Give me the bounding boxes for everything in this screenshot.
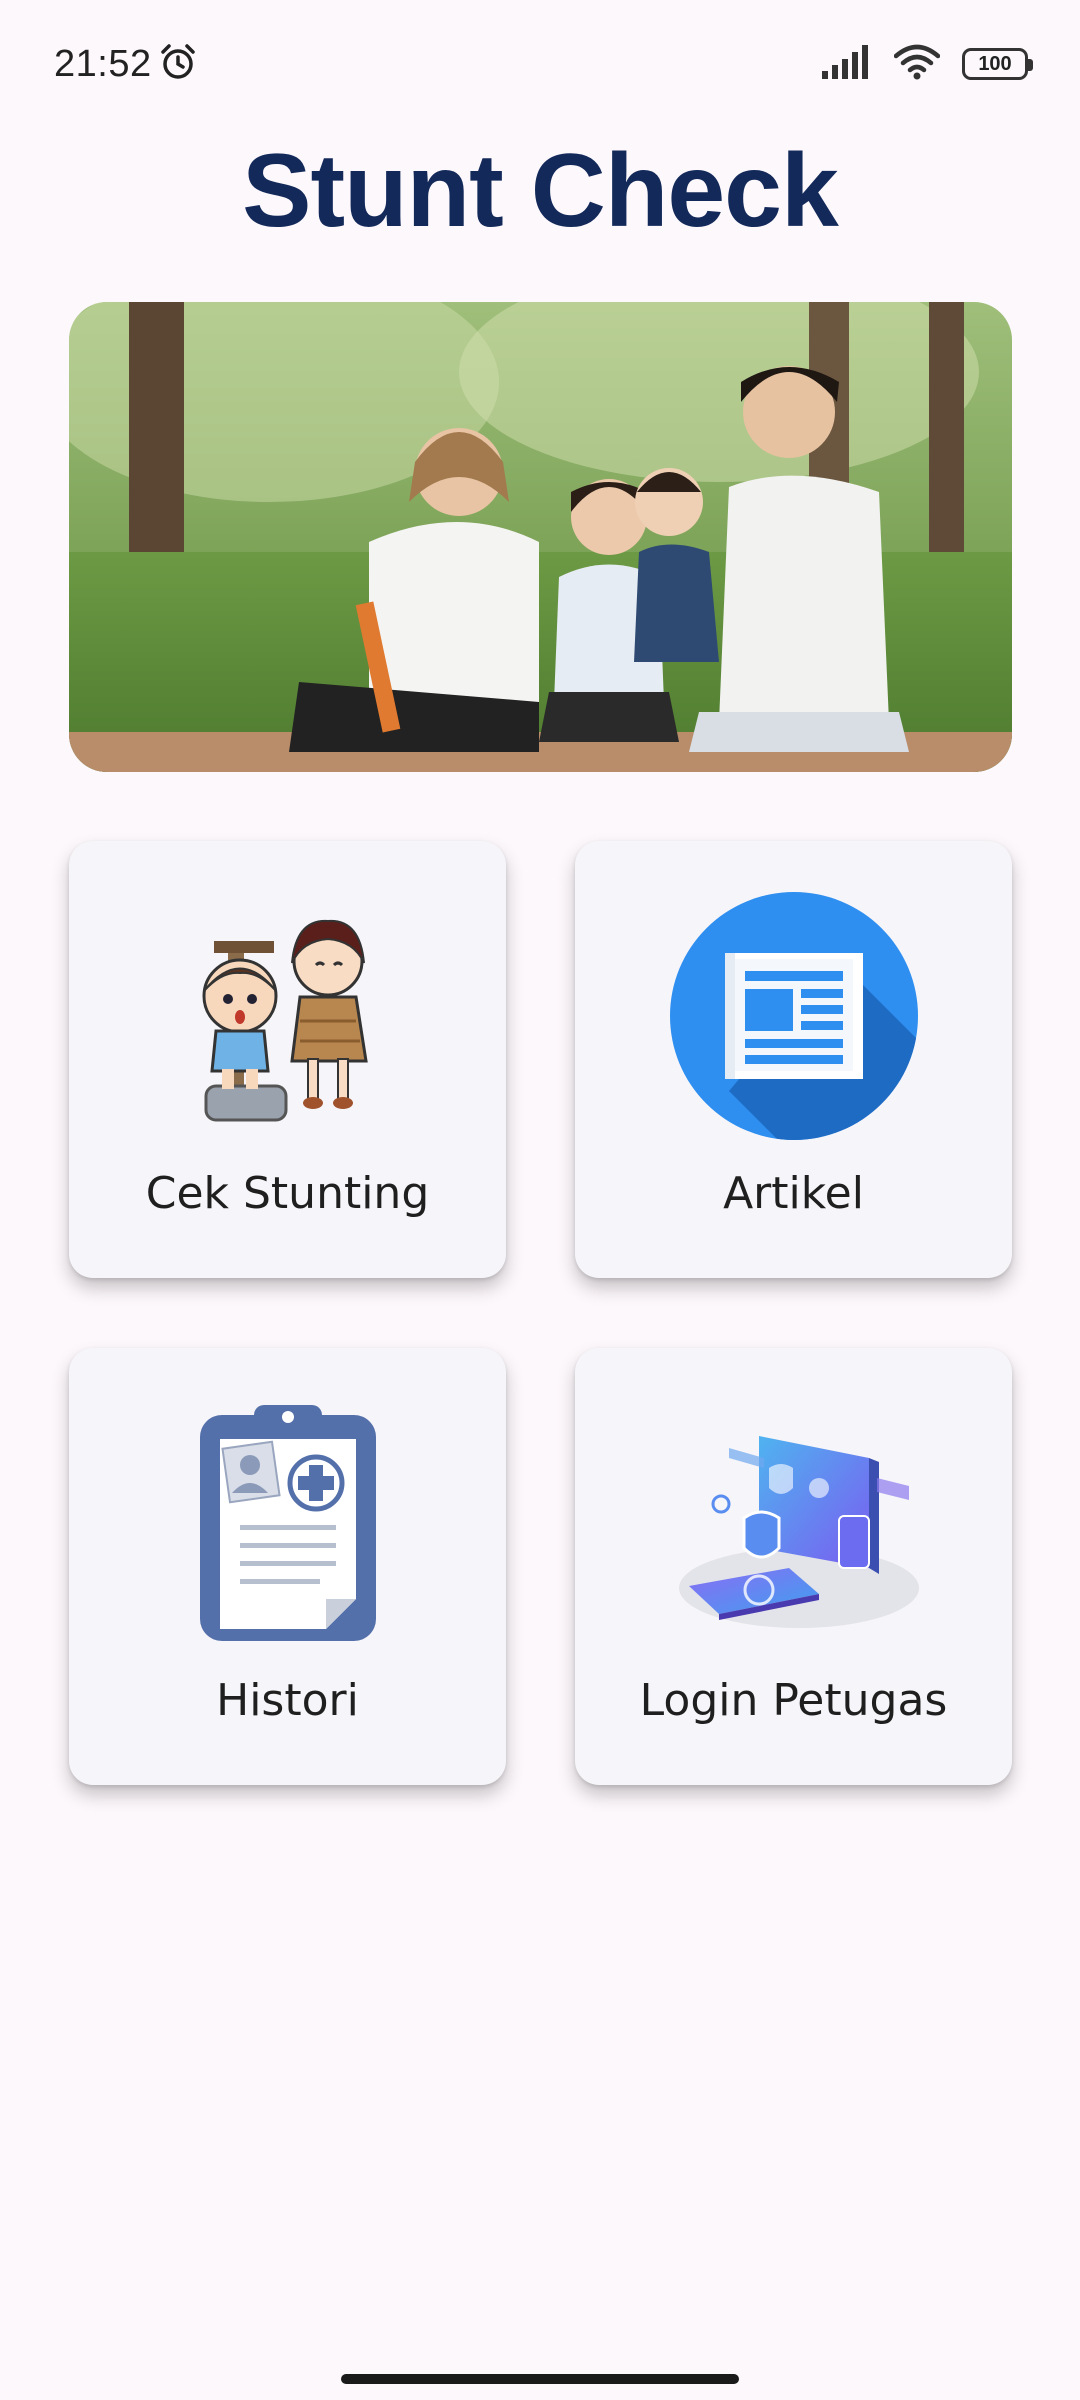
- histori-label: Histori: [216, 1675, 359, 1726]
- status-bar: 21:52 100: [0, 0, 1080, 128]
- login-petugas-label: Login Petugas: [639, 1675, 948, 1726]
- signal-icon: [822, 44, 872, 84]
- app-title: Stunt Check: [242, 133, 839, 249]
- family-photo-illustration: [69, 302, 1012, 772]
- child-measuring-icon: [69, 881, 506, 1151]
- home-screen: 21:52 100 Stunt Check Cek Stunting Artik…: [0, 0, 1080, 2400]
- artikel-label: Artikel: [723, 1168, 864, 1219]
- wifi-icon: [893, 44, 941, 85]
- status-right: 100: [822, 44, 1033, 85]
- hero-family-photo: [69, 302, 1012, 772]
- alarm-icon: [158, 42, 198, 87]
- menu-card-histori[interactable]: Histori: [69, 1348, 506, 1785]
- medical-clipboard-icon: [69, 1388, 506, 1658]
- menu-card-cek-stunting[interactable]: Cek Stunting: [69, 841, 506, 1278]
- security-login-icon: [575, 1388, 1012, 1658]
- battery-icon: 100: [962, 48, 1033, 80]
- newspaper-icon: [575, 881, 1012, 1151]
- status-time: 21:52: [54, 42, 152, 85]
- gesture-navigation-bar[interactable]: [341, 2374, 739, 2384]
- status-left: 21:52: [54, 42, 198, 87]
- menu-card-login-petugas[interactable]: Login Petugas: [575, 1348, 1012, 1785]
- menu-card-artikel[interactable]: Artikel: [575, 841, 1012, 1278]
- battery-level: 100: [978, 52, 1012, 75]
- cek-stunting-label: Cek Stunting: [145, 1168, 430, 1219]
